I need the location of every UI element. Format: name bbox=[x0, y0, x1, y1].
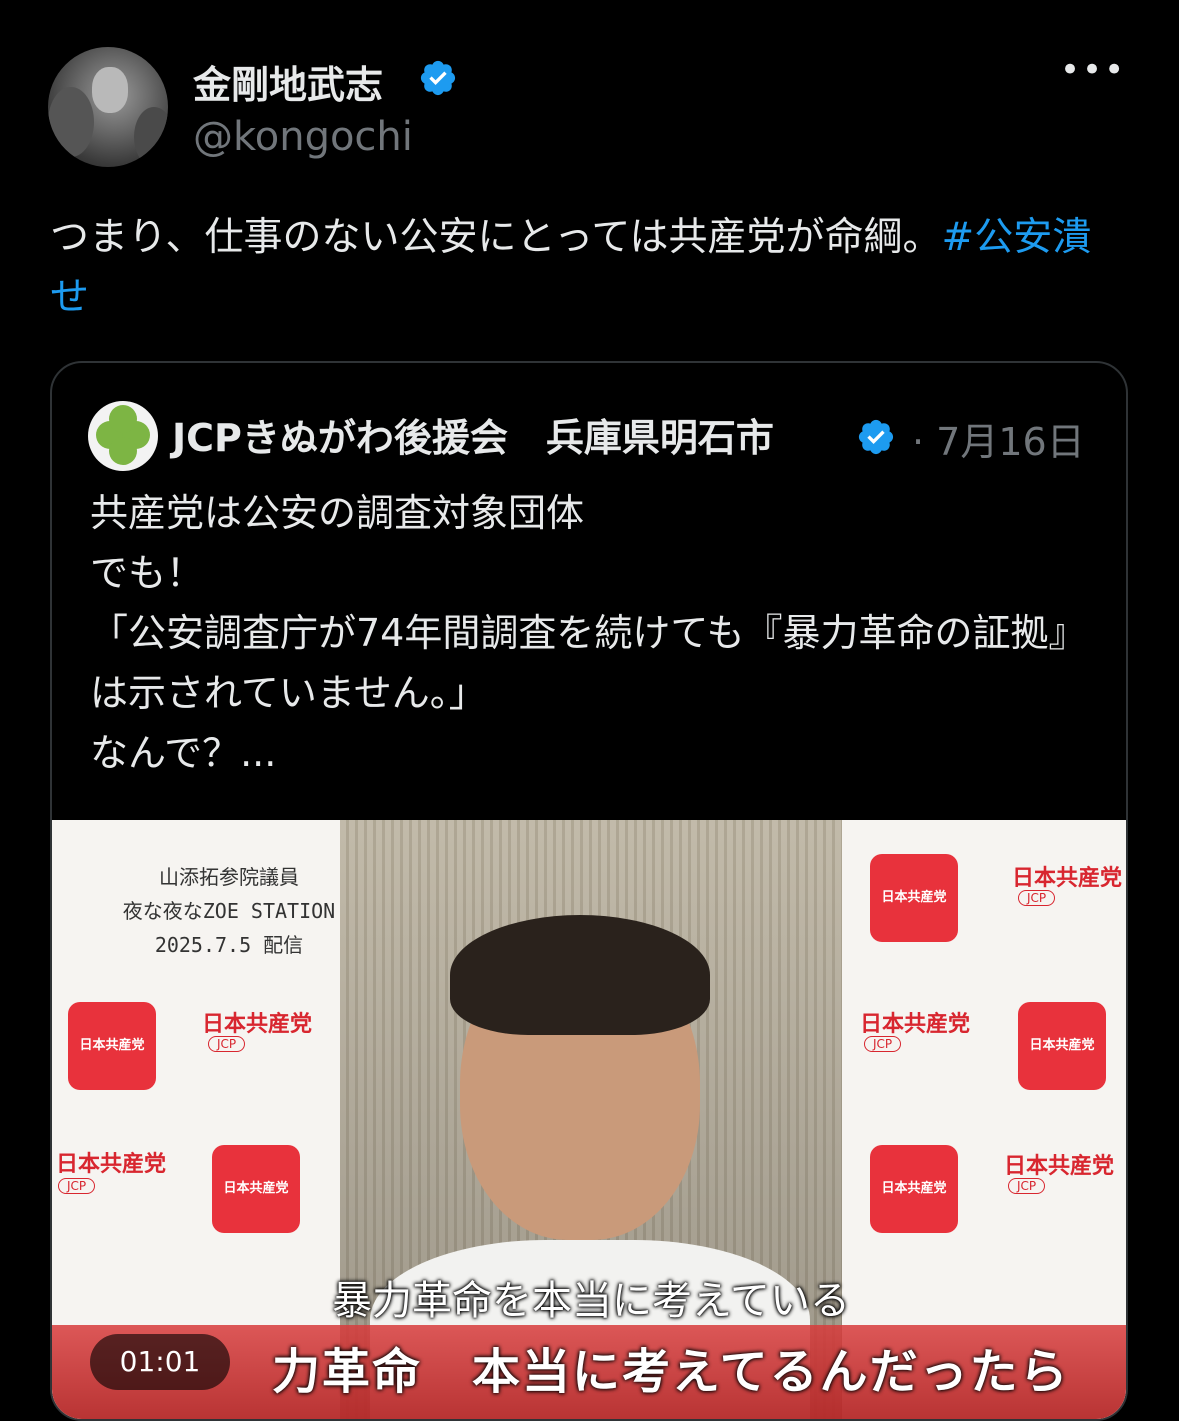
video-caption: 暴力革命を本当に考えている bbox=[332, 1278, 850, 1324]
jcp-logo-box: 日本共産党 bbox=[212, 1145, 300, 1233]
clover-leaf-icon bbox=[109, 437, 137, 465]
jcp-logo-box: 日本共産党 bbox=[1018, 1002, 1106, 1090]
more-options-icon[interactable]: ••• bbox=[1060, 50, 1124, 90]
quoted-line: でも！ bbox=[90, 551, 205, 595]
jcp-logo-box: 日本共産党 bbox=[870, 1145, 958, 1233]
author-handle[interactable]: @kongochi bbox=[193, 114, 413, 160]
quoted-line: 「公安調査庁が74年間調査を続けても『暴力革命の証拠』は示されていません。」 bbox=[90, 611, 1087, 715]
video-timer[interactable]: 01:01 bbox=[90, 1334, 230, 1390]
jcp-logo-text: 日本共産党 bbox=[860, 1012, 971, 1037]
tweet-text: つまり、仕事のない公安にとっては共産党が命綱。#公安潰せ bbox=[50, 208, 1120, 328]
jcp-logo-text: 日本共産党 bbox=[56, 1152, 167, 1177]
quoted-author-name[interactable]: JCPきぬがわ後援会 兵庫県明石市 bbox=[172, 407, 774, 462]
avatar-foliage bbox=[48, 87, 94, 157]
quoted-tweet-card[interactable]: JCPきぬがわ後援会 兵庫県明石市 · 7月16日 共産党は公安の調査対象団体 … bbox=[50, 361, 1128, 1421]
author-display-name[interactable]: 金剛地武志 bbox=[193, 54, 383, 109]
quoted-line: 共産党は公安の調査対象団体 bbox=[90, 491, 585, 535]
jcp-sub-text: JCP bbox=[208, 1036, 246, 1052]
clover-leaf-icon bbox=[109, 405, 137, 433]
jcp-sub-text: JCP bbox=[864, 1036, 902, 1052]
quoted-line: なんで？... bbox=[90, 731, 277, 775]
jcp-sub-text: JCP bbox=[1018, 890, 1056, 906]
speaker-hair bbox=[450, 915, 710, 1035]
stream-title-line: 山添拓参院議員 bbox=[159, 865, 299, 889]
jcp-logo-text: 日本共産党 bbox=[1004, 1154, 1115, 1179]
author-avatar[interactable] bbox=[48, 47, 168, 167]
quoted-avatar[interactable] bbox=[88, 401, 158, 471]
jcp-sub-text: JCP bbox=[58, 1178, 96, 1194]
jcp-sub-text: JCP bbox=[1008, 1178, 1046, 1194]
tweet-body: つまり、仕事のない公安にとっては共産党が命綱。 bbox=[50, 215, 942, 260]
avatar-face bbox=[92, 67, 128, 113]
avatar-foliage-right bbox=[134, 107, 168, 167]
video-player[interactable]: 山添拓参院議員 夜な夜なZOE STATION 2025.7.5 配信 日本共産… bbox=[52, 820, 1126, 1419]
stream-title-line: 2025.7.5 配信 bbox=[154, 933, 304, 957]
stream-title: 山添拓参院議員 夜な夜なZOE STATION 2025.7.5 配信 bbox=[104, 860, 354, 962]
jcp-logo-text: 日本共産党 bbox=[1012, 866, 1123, 891]
quoted-date[interactable]: · 7月16日 bbox=[912, 411, 1085, 466]
jcp-logo-text: 日本共産党 bbox=[202, 1012, 313, 1037]
quoted-text: 共産党は公安の調査対象団体 でも！ 「公安調査庁が74年間調査を続けても『暴力革… bbox=[90, 483, 1100, 783]
verified-badge-icon bbox=[420, 60, 456, 96]
stream-title-line: 夜な夜なZOE STATION bbox=[122, 899, 336, 923]
verified-badge-icon bbox=[858, 419, 894, 455]
jcp-logo-box: 日本共産党 bbox=[870, 854, 958, 942]
jcp-logo-box: 日本共産党 bbox=[68, 1002, 156, 1090]
